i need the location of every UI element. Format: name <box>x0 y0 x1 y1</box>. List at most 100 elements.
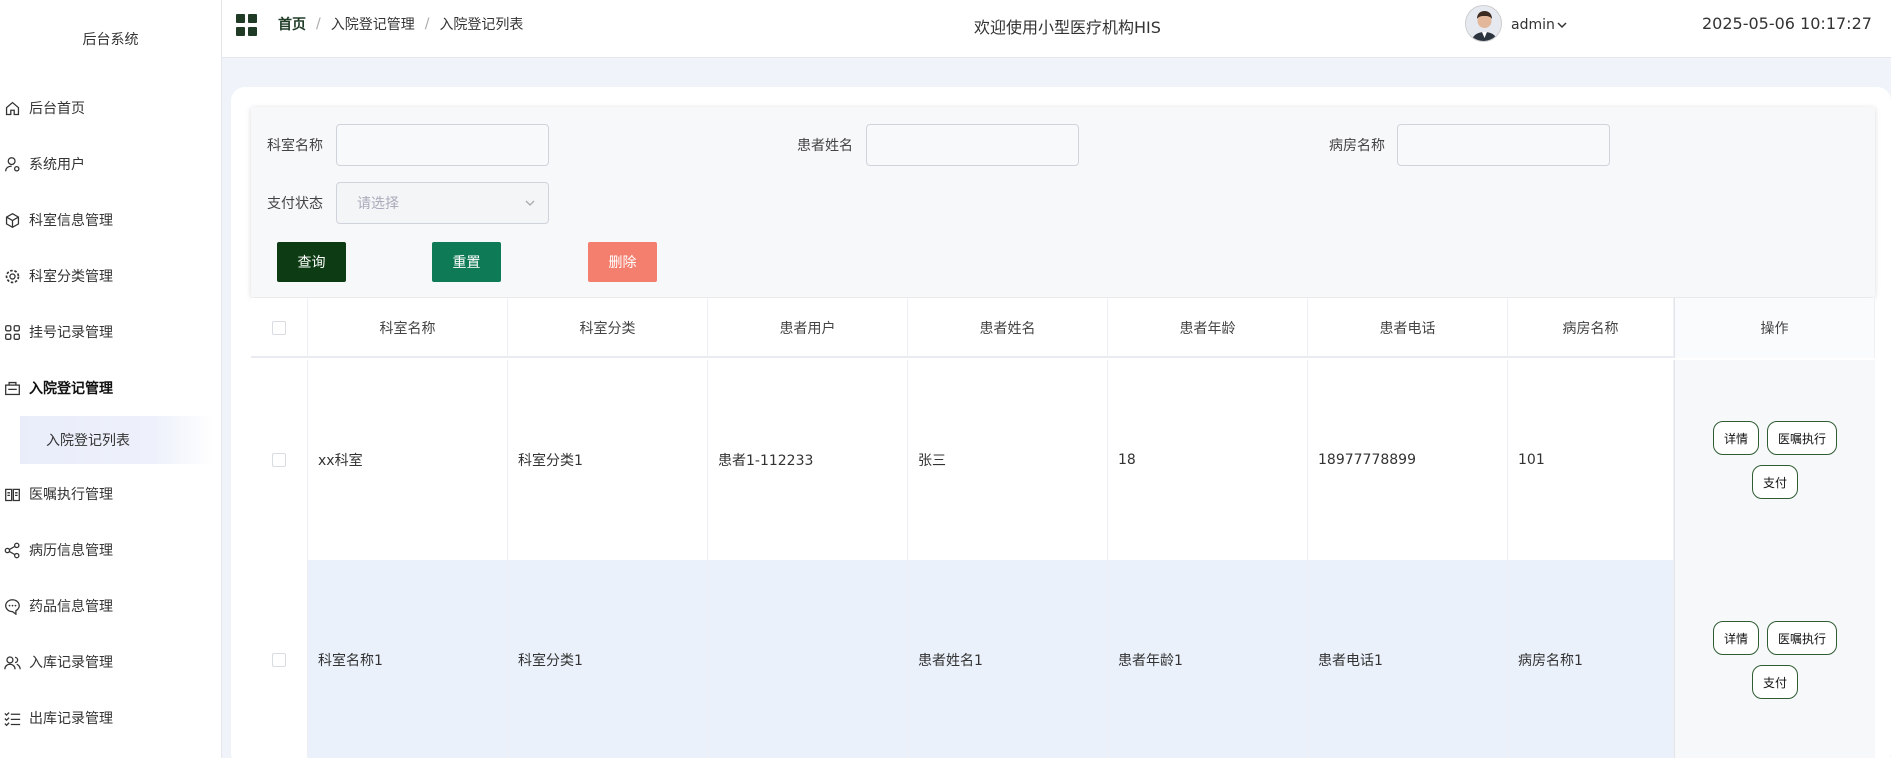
brand-title: 后台系统 <box>82 32 139 48</box>
top-header: 首页 / 入院登记管理 / 入院登记列表 欢迎使用小型医疗机构HIS admin… <box>222 0 1891 58</box>
table-cell: 患者姓名1 <box>908 560 1108 758</box>
dept-name-label: 科室名称 <box>267 138 323 154</box>
table-cell: 病房名称1 <box>1508 560 1674 758</box>
column-header: 患者年龄 <box>1108 298 1308 358</box>
select-all-cell <box>251 298 308 358</box>
chat-icon <box>3 597 21 615</box>
column-header: 患者用户 <box>708 298 908 358</box>
column-header: 科室名称 <box>308 298 508 358</box>
sidebar-item-label: 挂号记录管理 <box>29 325 113 341</box>
table-row: 科室名称1 科室分类1 患者姓名1 患者年龄1 患者电话1 病房名称1 详情 医… <box>251 560 1875 758</box>
table-cell: 101 <box>1508 360 1674 560</box>
select-all-checkbox[interactable] <box>272 321 286 335</box>
breadcrumb-home[interactable]: 首页 <box>278 14 306 34</box>
row-actions: 详情 医嘱执行 支付 <box>1674 360 1875 560</box>
sidebar: 后台系统 后台首页 系统用户 科室信息管理 科室分类管理 挂号记录管理 入院登记… <box>0 0 222 758</box>
patient-name-input[interactable] <box>866 124 1079 166</box>
users-icon <box>3 653 21 671</box>
share-icon <box>3 541 21 559</box>
reset-button[interactable]: 重置 <box>432 242 501 282</box>
pay-status-label: 支付状态 <box>267 196 323 212</box>
sidebar-item-label: 病历信息管理 <box>29 543 113 559</box>
book-icon <box>3 485 21 503</box>
gear-icon <box>3 267 21 285</box>
column-header: 患者电话 <box>1308 298 1508 358</box>
delete-button[interactable]: 删除 <box>588 242 657 282</box>
ward-name-input[interactable] <box>1397 124 1610 166</box>
row-select-cell <box>251 560 308 758</box>
table-cell: 患者年龄1 <box>1108 560 1308 758</box>
pay-status-placeholder: 请选择 <box>357 196 399 212</box>
table-cell: 科室分类1 <box>508 560 708 758</box>
row-checkbox[interactable] <box>272 453 286 467</box>
query-button[interactable]: 查询 <box>277 242 346 282</box>
table-header: 科室名称 科室分类 患者用户 患者姓名 患者年龄 患者电话 病房名称 操作 <box>251 298 1875 358</box>
home-icon <box>3 99 21 117</box>
inbox-icon <box>3 379 21 397</box>
column-header: 患者姓名 <box>908 298 1108 358</box>
sidebar-item-label: 入库记录管理 <box>29 655 113 671</box>
sidebar-item-medical-records[interactable]: 病历信息管理 <box>0 537 222 563</box>
sidebar-subitem-label: 入院登记列表 <box>46 433 130 449</box>
sidebar-item-label: 科室信息管理 <box>29 213 113 229</box>
sidebar-item-stock-out[interactable]: 出库记录管理 <box>0 705 222 731</box>
avatar[interactable] <box>1465 5 1502 42</box>
chevron-down-icon <box>525 200 535 206</box>
detail-button[interactable]: 详情 <box>1712 621 1759 655</box>
sidebar-item-home[interactable]: 后台首页 <box>0 95 222 121</box>
table-cell <box>708 560 908 758</box>
welcome-text: 欢迎使用小型医疗机构HIS <box>974 18 1161 37</box>
table-row: xx科室 科室分类1 患者1-112233 张三 18 18977778899 … <box>251 360 1875 560</box>
current-datetime: 2025-05-06 10:17:27 <box>1702 14 1872 33</box>
username: admin <box>1511 17 1555 33</box>
sidebar-item-label: 药品信息管理 <box>29 599 113 615</box>
apps-grid-icon[interactable] <box>236 14 258 36</box>
sidebar-subitem-admission-list[interactable]: 入院登记列表 <box>20 416 214 464</box>
sidebar-item-registration[interactable]: 挂号记录管理 <box>0 319 222 345</box>
sidebar-item-dept-category[interactable]: 科室分类管理 <box>0 263 222 289</box>
patient-name-label: 患者姓名 <box>797 138 853 154</box>
table-cell: 患者1-112233 <box>708 360 908 560</box>
sidebar-item-system-users[interactable]: 系统用户 <box>0 151 222 177</box>
column-header: 病房名称 <box>1508 298 1674 358</box>
sidebar-item-label: 系统用户 <box>29 157 85 173</box>
cube-icon <box>3 211 21 229</box>
grid-icon <box>3 323 21 341</box>
chevron-down-icon <box>1557 22 1567 29</box>
row-select-cell <box>251 360 308 560</box>
search-panel: 科室名称 患者姓名 病房名称 支付状态 请选择 查询 重置 删除 <box>251 107 1875 297</box>
sidebar-item-label: 医嘱执行管理 <box>29 487 113 503</box>
user-menu[interactable]: admin <box>1511 17 1567 33</box>
column-header: 操作 <box>1674 298 1875 358</box>
sidebar-item-label: 科室分类管理 <box>29 269 113 285</box>
breadcrumb: 首页 / 入院登记管理 / 入院登记列表 <box>278 14 524 34</box>
sidebar-item-label: 后台首页 <box>29 101 85 117</box>
user-settings-icon <box>3 155 21 173</box>
detail-button[interactable]: 详情 <box>1712 421 1759 455</box>
table-cell: 18 <box>1108 360 1308 560</box>
sidebar-item-dept-info[interactable]: 科室信息管理 <box>0 207 222 233</box>
checklist-icon <box>3 709 21 727</box>
table-cell: 科室分类1 <box>508 360 708 560</box>
order-execute-button[interactable]: 医嘱执行 <box>1767 621 1838 655</box>
pay-status-select[interactable]: 请选择 <box>336 182 549 224</box>
sidebar-item-label: 出库记录管理 <box>29 711 113 727</box>
table-cell: 患者电话1 <box>1308 560 1508 758</box>
sidebar-item-orders[interactable]: 医嘱执行管理 <box>0 481 222 507</box>
row-checkbox[interactable] <box>272 653 286 667</box>
pay-button[interactable]: 支付 <box>1751 465 1798 499</box>
pay-button[interactable]: 支付 <box>1751 665 1798 699</box>
breadcrumb-admission-list: 入院登记列表 <box>439 17 524 33</box>
breadcrumb-admission[interactable]: 入院登记管理 <box>331 14 415 34</box>
ward-name-label: 病房名称 <box>1329 138 1385 154</box>
table-cell: xx科室 <box>308 360 508 560</box>
table-cell: 18977778899 <box>1308 360 1508 560</box>
order-execute-button[interactable]: 医嘱执行 <box>1767 421 1838 455</box>
row-actions: 详情 医嘱执行 支付 <box>1674 560 1875 758</box>
sidebar-item-drugs[interactable]: 药品信息管理 <box>0 593 222 619</box>
table-cell: 张三 <box>908 360 1108 560</box>
dept-name-input[interactable] <box>336 124 549 166</box>
sidebar-item-stock-in[interactable]: 入库记录管理 <box>0 649 222 675</box>
sidebar-item-admission[interactable]: 入院登记管理 <box>0 375 222 401</box>
admission-table: 科室名称 科室分类 患者用户 患者姓名 患者年龄 患者电话 病房名称 操作 xx… <box>251 298 1875 758</box>
